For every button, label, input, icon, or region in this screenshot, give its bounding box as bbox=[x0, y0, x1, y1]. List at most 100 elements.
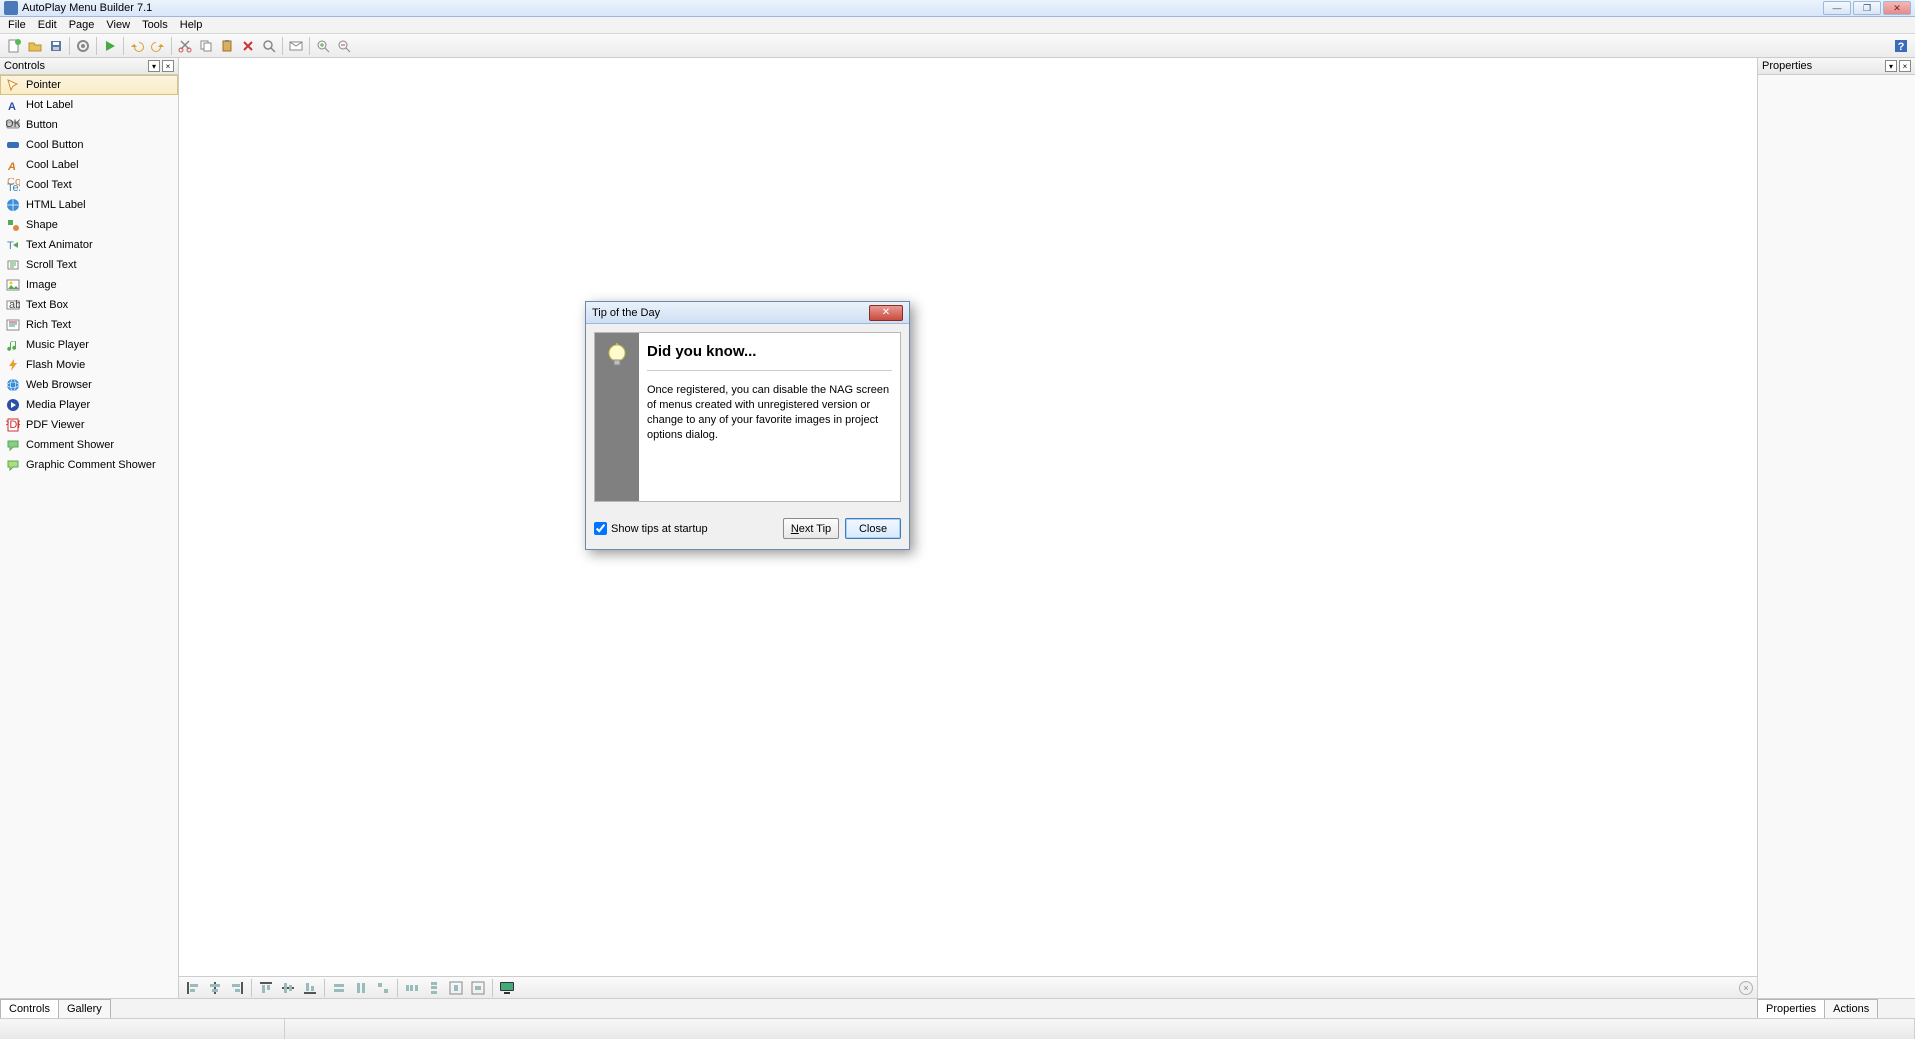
play-icon[interactable] bbox=[100, 36, 120, 56]
same-height-icon[interactable] bbox=[351, 979, 371, 997]
menu-help[interactable]: Help bbox=[174, 19, 209, 31]
control-item-hot-label[interactable]: A Hot Label bbox=[0, 95, 178, 115]
space-v-icon[interactable] bbox=[424, 979, 444, 997]
menu-file[interactable]: File bbox=[2, 19, 32, 31]
align-middle-v-icon[interactable] bbox=[278, 979, 298, 997]
control-item-cool-label[interactable]: A Cool Label bbox=[0, 155, 178, 175]
graphic-comment-shower-icon bbox=[5, 457, 21, 473]
control-item-label: Comment Shower bbox=[26, 439, 114, 451]
redo-icon[interactable] bbox=[148, 36, 168, 56]
zoom-out-icon[interactable] bbox=[334, 36, 354, 56]
paste-icon[interactable] bbox=[217, 36, 237, 56]
pdf-viewer-icon: PDF bbox=[5, 417, 21, 433]
tip-heading: Did you know... bbox=[647, 343, 892, 371]
open-icon[interactable] bbox=[25, 36, 45, 56]
tab-gallery[interactable]: Gallery bbox=[58, 999, 111, 1018]
control-item-text-box[interactable]: abText Box bbox=[0, 295, 178, 315]
text-animator-icon: T bbox=[5, 237, 21, 253]
menu-edit[interactable]: Edit bbox=[32, 19, 63, 31]
dialog-close-button[interactable]: ✕ bbox=[869, 305, 903, 321]
music-player-icon bbox=[5, 337, 21, 353]
center-h-canvas-icon[interactable] bbox=[446, 979, 466, 997]
show-tips-checkbox[interactable] bbox=[594, 522, 607, 535]
window-close-button[interactable]: ✕ bbox=[1883, 1, 1911, 15]
next-tip-button[interactable]: Next Tip bbox=[783, 518, 839, 539]
tab-controls[interactable]: Controls bbox=[0, 999, 59, 1018]
undo-icon[interactable] bbox=[127, 36, 147, 56]
panel-pin-button[interactable]: ▾ bbox=[148, 60, 160, 72]
new-icon[interactable] bbox=[4, 36, 24, 56]
properties-panel: Properties ▾ × bbox=[1757, 58, 1915, 998]
control-item-graphic-comment-shower[interactable]: Graphic Comment Shower bbox=[0, 455, 178, 475]
control-item-media-player[interactable]: Media Player bbox=[0, 395, 178, 415]
svg-text:A: A bbox=[7, 161, 16, 172]
control-item-rich-text[interactable]: Rich Text bbox=[0, 315, 178, 335]
menu-view[interactable]: View bbox=[100, 19, 136, 31]
canvas[interactable]: × bbox=[179, 58, 1757, 998]
same-size-icon[interactable] bbox=[373, 979, 393, 997]
control-item-music-player[interactable]: Music Player bbox=[0, 335, 178, 355]
dialog-titlebar[interactable]: Tip of the Day ✕ bbox=[586, 302, 909, 324]
control-item-text-animator[interactable]: T Text Animator bbox=[0, 235, 178, 255]
html-label-icon bbox=[5, 197, 21, 213]
app-icon bbox=[4, 1, 18, 15]
control-item-flash-movie[interactable]: Flash Movie bbox=[0, 355, 178, 375]
control-item-cool-text[interactable]: CoolTextCool Text bbox=[0, 175, 178, 195]
maximize-button[interactable]: ❐ bbox=[1853, 1, 1881, 15]
web-browser-icon bbox=[5, 377, 21, 393]
tip-of-the-day-dialog: Tip of the Day ✕ Did you know... Once re… bbox=[585, 301, 910, 550]
save-icon[interactable] bbox=[46, 36, 66, 56]
control-item-label: Media Player bbox=[26, 399, 90, 411]
delete-icon[interactable] bbox=[238, 36, 258, 56]
control-item-pointer[interactable]: Pointer bbox=[0, 75, 178, 95]
control-item-label: Hot Label bbox=[26, 99, 73, 111]
control-item-label: Cool Label bbox=[26, 159, 79, 171]
menu-page[interactable]: Page bbox=[63, 19, 101, 31]
align-top-icon[interactable] bbox=[256, 979, 276, 997]
copy-icon[interactable] bbox=[196, 36, 216, 56]
mail-icon[interactable] bbox=[286, 36, 306, 56]
align-center-h-icon[interactable] bbox=[205, 979, 225, 997]
panel-close-button[interactable]: × bbox=[162, 60, 174, 72]
panel-pin-button[interactable]: ▾ bbox=[1885, 60, 1897, 72]
svg-text:A: A bbox=[8, 101, 16, 112]
control-item-html-label[interactable]: HTML Label bbox=[0, 195, 178, 215]
minimize-button[interactable]: — bbox=[1823, 1, 1851, 15]
help-icon[interactable]: ? bbox=[1891, 36, 1911, 56]
align-left-icon[interactable] bbox=[183, 979, 203, 997]
control-item-label: Web Browser bbox=[26, 379, 92, 391]
control-item-shape[interactable]: Shape bbox=[0, 215, 178, 235]
tab-actions[interactable]: Actions bbox=[1824, 999, 1878, 1018]
close-button[interactable]: Close bbox=[845, 518, 901, 539]
control-item-image[interactable]: Image bbox=[0, 275, 178, 295]
zoom-in-icon[interactable] bbox=[313, 36, 333, 56]
control-item-cool-button[interactable]: Cool Button bbox=[0, 135, 178, 155]
hot-label-icon: A bbox=[5, 97, 21, 113]
align-toolbar-close-icon[interactable]: × bbox=[1739, 981, 1753, 995]
dialog-title: Tip of the Day bbox=[592, 307, 869, 319]
monitor-icon[interactable] bbox=[497, 979, 517, 997]
titlebar: AutoPlay Menu Builder 7.1 — ❐ ✕ bbox=[0, 0, 1915, 17]
tip-text: Once registered, you can disable the NAG… bbox=[647, 383, 892, 442]
find-icon[interactable] bbox=[259, 36, 279, 56]
control-item-scroll-text[interactable]: Scroll Text bbox=[0, 255, 178, 275]
align-bottom-icon[interactable] bbox=[300, 979, 320, 997]
control-item-button[interactable]: OKButton bbox=[0, 115, 178, 135]
same-width-icon[interactable] bbox=[329, 979, 349, 997]
control-item-web-browser[interactable]: Web Browser bbox=[0, 375, 178, 395]
menu-tools[interactable]: Tools bbox=[136, 19, 174, 31]
align-right-icon[interactable] bbox=[227, 979, 247, 997]
space-h-icon[interactable] bbox=[402, 979, 422, 997]
show-tips-checkbox-label[interactable]: Show tips at startup bbox=[594, 522, 708, 535]
center-v-canvas-icon[interactable] bbox=[468, 979, 488, 997]
tab-properties[interactable]: Properties bbox=[1757, 999, 1825, 1018]
toolbar: ? bbox=[0, 34, 1915, 58]
properties-panel-body bbox=[1758, 75, 1915, 998]
control-item-label: Cool Button bbox=[26, 139, 83, 151]
control-item-label: Text Animator bbox=[26, 239, 93, 251]
panel-close-button[interactable]: × bbox=[1899, 60, 1911, 72]
cut-icon[interactable] bbox=[175, 36, 195, 56]
settings-icon[interactable] bbox=[73, 36, 93, 56]
control-item-pdf-viewer[interactable]: PDFPDF Viewer bbox=[0, 415, 178, 435]
control-item-comment-shower[interactable]: Comment Shower bbox=[0, 435, 178, 455]
